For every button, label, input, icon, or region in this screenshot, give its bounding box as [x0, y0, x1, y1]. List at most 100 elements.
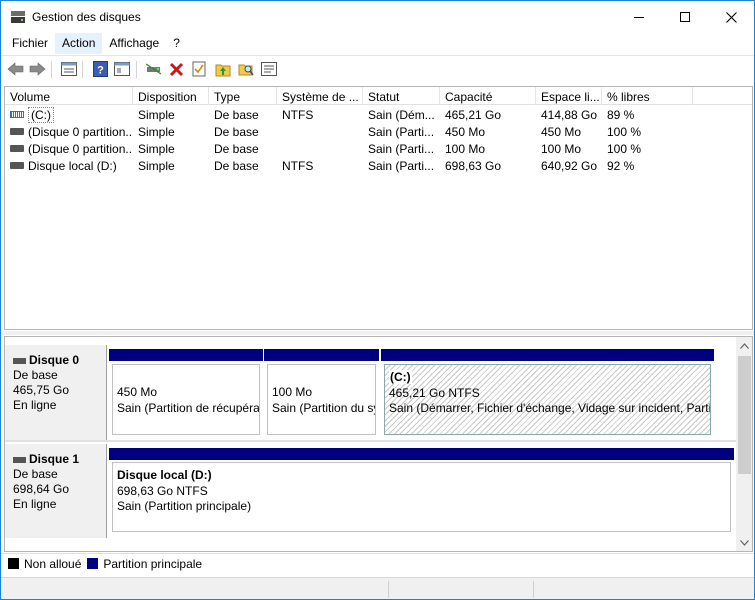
column-percent-free[interactable]: % libres	[602, 87, 693, 105]
partition-status: Sain (Partition de récupéra	[117, 400, 260, 415]
disk-0-status: En ligne	[13, 398, 57, 412]
svg-text:?: ?	[97, 65, 104, 77]
status-pane	[533, 581, 683, 598]
scroll-down-button[interactable]	[736, 534, 752, 551]
legend: Non alloué Partition principale	[1, 553, 754, 573]
disk-graphical-view: Disque 0 De base 465,75 Go En ligne 450 …	[4, 336, 753, 552]
cell-percent-free: 89 %	[607, 108, 635, 122]
toolbar-separator	[82, 61, 83, 78]
column-filesystem[interactable]: Système de ...	[277, 87, 363, 105]
cell-status: Sain (Parti...	[368, 159, 435, 173]
column-free-space[interactable]: Espace li...	[536, 87, 602, 105]
settings-window-button[interactable]	[260, 60, 278, 78]
close-button[interactable]	[708, 1, 754, 33]
primary-partition-bar	[109, 349, 263, 361]
connect-drive-icon	[145, 63, 161, 75]
disk-1-type: De base	[13, 467, 58, 481]
partition-system[interactable]: 100 Mo Sain (Partition du sy	[264, 349, 379, 437]
cell-percent-free: 92 %	[607, 159, 635, 173]
cell-volume: (Disque 0 partition...	[5, 140, 133, 157]
cell-type: De base	[214, 159, 259, 173]
checklist-button[interactable]	[190, 60, 208, 78]
status-bar	[1, 577, 754, 599]
cell-capacity: 100 Mo	[445, 142, 486, 156]
scroll-up-button[interactable]	[736, 337, 752, 354]
cell-free-space: 100 Mo	[541, 142, 582, 156]
column-status[interactable]: Statut	[363, 87, 440, 105]
menu-bar: Fichier Action Affichage ?	[1, 33, 754, 54]
disk-1-label[interactable]: Disque 1 De base 698,64 Go En ligne	[5, 444, 107, 538]
disk-0-row: Disque 0 De base 465,75 Go En ligne 450 …	[5, 345, 736, 441]
cell-percent-free: 100 %	[607, 142, 642, 156]
volume-icon	[10, 128, 24, 136]
vertical-scrollbar[interactable]	[736, 337, 752, 551]
forward-button[interactable]	[28, 60, 46, 78]
column-capacity[interactable]: Capacité	[440, 87, 536, 105]
settings-window-icon	[261, 62, 277, 76]
disk-icon	[13, 357, 26, 364]
maximize-button[interactable]	[662, 1, 708, 33]
checklist-icon	[192, 61, 206, 77]
partition-d[interactable]: Disque local (D:) 698,63 Go NTFS Sain (P…	[109, 448, 734, 534]
help-button[interactable]: ?	[91, 60, 109, 78]
connect-drive-button[interactable]	[144, 60, 162, 78]
menu-fichier[interactable]: Fichier	[5, 33, 55, 54]
table-row[interactable]: Disque local (D:) Simple De base NTFS Sa…	[5, 157, 752, 174]
column-volume[interactable]: Volume	[5, 87, 133, 105]
column-type[interactable]: Type	[209, 87, 277, 105]
disk-management-icon	[11, 11, 25, 23]
cell-free-space: 450 Mo	[541, 125, 582, 139]
status-pane	[388, 581, 533, 598]
folder-up-button[interactable]	[214, 60, 232, 78]
disk-0-name: Disque 0	[29, 353, 80, 367]
partition-size: 698,63 Go NTFS	[117, 483, 208, 498]
partition-recovery[interactable]: 450 Mo Sain (Partition de récupéra	[109, 349, 263, 437]
volume-icon	[10, 162, 24, 170]
chevron-up-icon	[740, 342, 749, 349]
legend-primary: Partition principale	[103, 556, 203, 571]
cell-filesystem: NTFS	[282, 108, 314, 122]
partition-status: Sain (Partition du sy	[272, 400, 376, 415]
disk-1-name: Disque 1	[29, 452, 80, 466]
back-arrow-icon	[7, 62, 23, 76]
menu-affichage[interactable]: Affichage	[102, 33, 166, 54]
disk-management-window: Gestion des disques Fichier Action Affic…	[0, 0, 755, 600]
minimize-icon	[634, 16, 644, 18]
partition-size: 450 Mo	[117, 385, 158, 399]
volume-list: Volume Disposition Type Système de ... S…	[4, 86, 753, 330]
menu-help[interactable]: ?	[166, 33, 187, 54]
disk-0-size: 465,75 Go	[13, 383, 70, 397]
minimize-button[interactable]	[616, 1, 662, 33]
scroll-thumb[interactable]	[738, 356, 751, 474]
volume-icon	[10, 145, 24, 153]
legend-unallocated: Non alloué	[24, 556, 82, 571]
column-disposition[interactable]: Disposition	[133, 87, 209, 105]
delete-button[interactable]	[167, 60, 185, 78]
table-row[interactable]: (Disque 0 partition... Simple De base Sa…	[5, 140, 752, 157]
partition-status: Sain (Démarrer, Fichier d'échange, Vidag…	[389, 401, 711, 415]
disk-0-label[interactable]: Disque 0 De base 465,75 Go En ligne	[5, 345, 107, 441]
table-row[interactable]: (Disque 0 partition... Simple De base Sa…	[5, 123, 752, 140]
primary-partition-bar	[264, 349, 379, 361]
cell-filesystem	[277, 123, 363, 140]
cell-status: Sain (Dém...	[368, 108, 435, 122]
cell-disposition: Simple	[138, 125, 175, 139]
search-folder-button[interactable]	[237, 60, 255, 78]
toolbar-separator	[136, 61, 137, 78]
unallocated-swatch	[8, 558, 19, 569]
partition-size: 465,21 Go NTFS	[389, 385, 480, 400]
cell-type: De base	[214, 108, 259, 122]
partition-size: 100 Mo	[272, 385, 313, 399]
table-row[interactable]: (C:) Simple De base NTFS Sain (Dém... 46…	[5, 106, 752, 123]
cell-volume: Disque local (D:)	[5, 157, 133, 174]
pane-splitter[interactable]	[1, 331, 754, 335]
partition-c[interactable]: (C:) 465,21 Go NTFS Sain (Démarrer, Fich…	[381, 349, 714, 437]
menu-action[interactable]: Action	[55, 33, 103, 54]
back-button[interactable]	[6, 60, 24, 78]
disk-1-row: Disque 1 De base 698,64 Go En ligne Disq…	[5, 444, 736, 538]
cell-disposition: Simple	[138, 159, 175, 173]
cell-percent-free: 100 %	[607, 125, 642, 139]
console-tree-button[interactable]	[113, 60, 131, 78]
title-bar: Gestion des disques	[1, 1, 754, 33]
properties-list-button[interactable]	[60, 60, 78, 78]
